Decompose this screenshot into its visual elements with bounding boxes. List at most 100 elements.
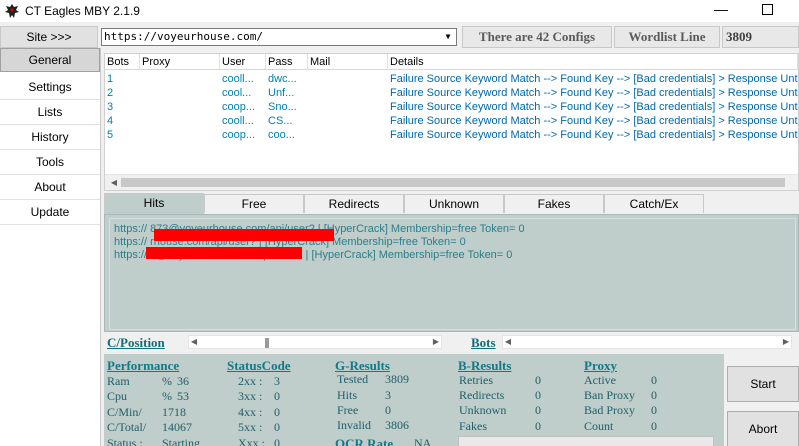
scroll-thumb[interactable] (265, 338, 269, 348)
scroll-left-icon[interactable]: ◀ (189, 337, 199, 347)
ban-proxy-value: 0 (651, 388, 657, 402)
start-button[interactable]: Start (727, 366, 799, 402)
column-header-details[interactable]: Details (388, 54, 798, 69)
status-2xx-value: 3 (274, 374, 280, 388)
unknown-label: Unknown (459, 403, 507, 417)
menu-item-settings[interactable]: Settings (0, 76, 100, 100)
table-row[interactable]: 4 cooll... CS... Failure Source Keyword … (105, 114, 798, 128)
hits-value: 3 (385, 388, 391, 402)
column-header-user[interactable]: User (220, 54, 266, 69)
tab-catch-ex[interactable]: Catch/Ex (604, 194, 704, 213)
proxy-heading: Proxy (584, 358, 617, 373)
bot-pass: CS... (268, 115, 293, 127)
bot-mail (308, 128, 388, 142)
column-header-proxy[interactable]: Proxy (140, 54, 220, 69)
active-proxy-label: Active (584, 373, 616, 387)
table-row[interactable]: 3 coop... Sno... Failure Source Keyword … (105, 100, 798, 114)
proxy-count-value: 0 (651, 419, 657, 433)
maximize-button[interactable] (762, 4, 773, 15)
dropdown-arrow-icon[interactable]: ▼ (441, 30, 455, 44)
menu-item-update[interactable]: Update (0, 201, 100, 225)
menu-item-history[interactable]: History (0, 126, 100, 150)
ram-label: Ram (107, 374, 130, 388)
site-toolbar: Site >>> https://voyeurhouse.com/ ▼ Ther… (0, 26, 799, 48)
redaction-bar (154, 229, 334, 241)
minimize-button[interactable]: — (714, 1, 728, 17)
invalid-value: 3806 (385, 418, 409, 432)
menu-item-about[interactable]: About (0, 176, 100, 200)
bot-proxy (140, 114, 220, 128)
free-label: Free (337, 403, 359, 417)
c-position-scrollbar[interactable]: ◀ ▶ (188, 335, 442, 349)
tab-fakes[interactable]: Fakes (504, 194, 604, 213)
scroll-left-icon[interactable]: ◀ (109, 178, 119, 188)
ram-unit: % (162, 374, 172, 388)
scroll-thumb[interactable] (121, 178, 785, 187)
tab-unknown[interactable]: Unknown (404, 194, 504, 213)
bot-details: Failure Source Keyword Match --> Found K… (390, 129, 798, 141)
bot-mail (308, 100, 388, 114)
proxy-count-label: Count (584, 419, 614, 433)
wordlist-line-label: Wordlist Line (614, 26, 720, 48)
eagle-logo-icon (5, 4, 19, 18)
cpu-label: Cpu (107, 389, 128, 403)
scroll-right-icon[interactable]: ▶ (781, 337, 791, 347)
bot-proxy (140, 86, 220, 100)
bot-details: Failure Source Keyword Match --> Found K… (390, 101, 798, 113)
tab-hits[interactable]: Hits (104, 193, 204, 214)
status-4xx-value: 0 (274, 405, 280, 419)
tab-redirects[interactable]: Redirects (304, 194, 404, 213)
status-xxx-label: Xxx : (238, 436, 265, 446)
tested-label: Tested (337, 372, 369, 386)
scroll-right-icon[interactable]: ▶ (431, 337, 441, 347)
active-proxy-value: 0 (651, 373, 657, 387)
bad-proxy-label: Bad Proxy (584, 403, 635, 417)
bot-proxy (140, 128, 220, 142)
table-row[interactable]: 1 cooll... dwc... Failure Source Keyword… (105, 72, 798, 86)
bot-user: cooll... (222, 115, 254, 127)
column-header-pass[interactable]: Pass (266, 54, 308, 69)
site-url-select[interactable]: https://voyeurhouse.com/ ▼ (101, 28, 457, 46)
site-button[interactable]: Site >>> (0, 26, 98, 48)
bots-grid[interactable]: Bots Proxy User Pass Mail Details 1 cool… (104, 53, 799, 191)
bot-mail (308, 114, 388, 128)
status-xxx-value: 0 (274, 436, 280, 446)
menu-item-lists[interactable]: Lists (0, 101, 100, 125)
b-results-heading: B-Results (458, 358, 512, 373)
status-5xx-value: 0 (274, 420, 280, 434)
bot-user: coop... (222, 101, 256, 113)
fakes-label: Fakes (459, 419, 487, 433)
menu-item-tools[interactable]: Tools (0, 151, 100, 175)
status-value: Starting (162, 436, 200, 446)
retries-label: Retries (459, 373, 493, 387)
bot-user: cooll... (222, 73, 254, 85)
hits-label: Hits (337, 388, 358, 402)
ban-proxy-label: Ban Proxy (584, 388, 635, 402)
status-3xx-value: 0 (274, 389, 280, 403)
table-row[interactable]: 5 coop... coo... Failure Source Keyword … (105, 128, 798, 142)
stats-panel: Performance Ram % 36 Cpu % 53 C/Min/ 171… (104, 354, 724, 446)
status-2xx-label: 2xx : (238, 374, 263, 388)
tab-free[interactable]: Free (204, 194, 304, 213)
sidebar-menu: General Settings Lists History Tools Abo… (0, 48, 101, 446)
table-row[interactable]: 2 cool... Unf... Failure Source Keyword … (105, 86, 798, 100)
menu-item-general[interactable]: General (0, 48, 100, 72)
status-label: Status : (107, 436, 143, 446)
scroll-left-icon[interactable]: ◀ (503, 337, 513, 347)
ctotal-label: C/Total/ (107, 420, 147, 434)
abort-button[interactable]: Abort (727, 411, 799, 446)
bots-scrollbar[interactable]: ◀ ▶ (502, 335, 792, 349)
grid-header: Bots Proxy User Pass Mail Details (105, 54, 798, 70)
hits-log[interactable]: https:// 873@voyeurhouse.com/api/user? |… (109, 218, 796, 330)
invalid-label: Invalid (337, 418, 371, 432)
bot-pass: coo... (268, 129, 295, 141)
bot-proxy (140, 100, 220, 114)
site-url-value: https://voyeurhouse.com/ (104, 30, 263, 43)
bot-id: 4 (107, 115, 114, 127)
performance-heading: Performance (107, 358, 180, 373)
results-tabs: Hits Free Redirects Unknown Fakes Catch/… (104, 193, 799, 214)
progress-bar (458, 436, 714, 446)
column-header-bots[interactable]: Bots (105, 54, 140, 69)
grid-horizontal-scrollbar[interactable]: ◀ (105, 174, 798, 190)
column-header-mail[interactable]: Mail (308, 54, 388, 69)
